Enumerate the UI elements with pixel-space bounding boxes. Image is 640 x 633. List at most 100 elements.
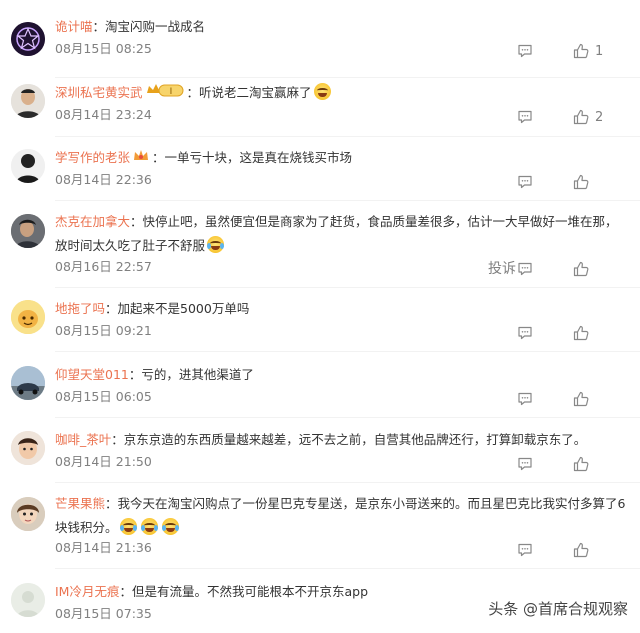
reply-button[interactable] <box>516 541 534 559</box>
comment-time: 08月14日 21:50 <box>55 454 152 469</box>
thumbs-up-icon <box>573 109 589 125</box>
avatar[interactable] <box>11 214 45 248</box>
like-count: 2 <box>595 109 604 125</box>
divider <box>55 351 640 352</box>
crying-laughing-emoji-icon <box>207 236 225 253</box>
username-link[interactable]: 深圳私宅黄实武 <box>55 85 143 100</box>
divider <box>55 568 640 569</box>
comment-icon <box>518 262 532 276</box>
crying-laughing-emoji-icon <box>140 518 158 535</box>
like-count: 1 <box>595 43 604 59</box>
avatar[interactable] <box>11 431 45 465</box>
like-button[interactable] <box>572 324 614 342</box>
divider <box>55 482 640 483</box>
thumbs-up-icon <box>573 261 589 277</box>
comment-time: 08月14日 23:24 <box>55 107 152 122</box>
reply-button[interactable] <box>516 260 534 278</box>
avatar[interactable] <box>11 22 45 56</box>
comment-time: 08月15日 06:05 <box>55 389 152 404</box>
comment-actions <box>516 173 614 191</box>
like-button[interactable] <box>572 260 614 278</box>
comment-text: 但是有流量。不然我可能根本不开京东app <box>132 584 369 599</box>
comment-text: 一单亏十块，这是真在烧钱买市场 <box>164 150 353 165</box>
avatar[interactable] <box>11 583 45 617</box>
avatar[interactable] <box>11 149 45 183</box>
comment-text: 听说老二淘宝赢麻了 <box>199 85 312 100</box>
reply-button[interactable] <box>516 173 534 191</box>
badge-level: I <box>169 87 172 97</box>
avatar[interactable] <box>11 300 45 334</box>
comment-line: 学写作的老张 ：一单亏十块，这是真在烧钱买市场 <box>55 145 628 171</box>
thumbs-up-icon <box>573 325 589 341</box>
username-link[interactable]: 诡计喵 <box>55 19 93 34</box>
crown-badge <box>132 146 150 171</box>
watermark-text: 头条 @首席合规观察 <box>488 600 628 618</box>
comment-time: 08月15日 08:25 <box>55 41 152 56</box>
comment-icon <box>518 44 532 58</box>
comment-actions <box>516 390 614 408</box>
comment-actions <box>516 541 614 559</box>
username-link[interactable]: 咖啡_茶叶 <box>55 432 111 447</box>
comment-line: 芒果果熊：我今天在淘宝闪购点了一份星巴克专星送，是京东小哥送来的。而且星巴克比我… <box>55 496 626 535</box>
username-link[interactable]: 仰望天堂011 <box>55 367 129 382</box>
comment-time: 08月14日 21:36 <box>55 540 152 555</box>
laughing-emoji-icon <box>313 83 331 100</box>
comment-icon <box>518 457 532 471</box>
comment-line: 诡计喵：淘宝闪购一战成名 <box>55 19 206 34</box>
comment-icon <box>518 175 532 189</box>
divider <box>55 77 640 78</box>
report-button[interactable]: 投诉 <box>488 258 516 278</box>
like-button[interactable]: 2 <box>572 108 614 126</box>
thumbs-up-icon <box>573 43 589 59</box>
avatar[interactable] <box>11 497 45 531</box>
like-button[interactable] <box>572 173 614 191</box>
comment-text: 京东京造的东西质量越来越差，远不去之前，自营其他品牌还行，打算卸载京东了。 <box>123 432 587 447</box>
crying-laughing-emoji-icon <box>119 518 137 535</box>
comment-actions: 2 <box>516 108 614 126</box>
avatar[interactable] <box>11 366 45 400</box>
comment-text: 亏的，进其他渠道了 <box>141 367 254 382</box>
username-link[interactable]: IM冷月无痕 <box>55 584 119 599</box>
comment-line: 深圳私宅黄实武 I ：听说老二淘宝赢麻了 <box>55 80 628 106</box>
comment-icon <box>518 110 532 124</box>
username-link[interactable]: 杰克在加拿大 <box>55 214 130 229</box>
comment-line: 仰望天堂011：亏的，进其他渠道了 <box>55 367 254 382</box>
username-link[interactable]: 学写作的老张 <box>55 150 130 165</box>
comment-time: 08月15日 07:35 <box>55 606 152 621</box>
reply-button[interactable] <box>516 324 534 342</box>
reply-button[interactable] <box>516 42 534 60</box>
thumbs-up-icon <box>573 174 589 190</box>
comment-time: 08月15日 09:21 <box>55 323 152 338</box>
comment-line: 地拖了吗：加起来不是5000万单吗 <box>55 301 250 316</box>
like-button[interactable] <box>572 390 614 408</box>
reply-button[interactable] <box>516 108 534 126</box>
username-link[interactable]: 芒果果熊 <box>55 496 105 511</box>
divider <box>55 200 640 201</box>
like-button[interactable] <box>572 455 614 473</box>
comment-text: 快停止吧，虽然便宜但是商家为了赶货，食品质量差很多，估计一大早做好一堆在那，放时… <box>55 214 618 253</box>
comment-icon <box>518 326 532 340</box>
divider <box>55 287 640 288</box>
thumbs-up-icon <box>573 456 589 472</box>
reply-button[interactable] <box>516 390 534 408</box>
comment-actions <box>516 455 614 473</box>
fan-badge: I <box>145 81 185 106</box>
comment-actions: 1 <box>516 42 614 60</box>
like-button[interactable] <box>572 541 614 559</box>
comment-actions <box>516 324 614 342</box>
thumbs-up-icon <box>573 542 589 558</box>
like-button[interactable]: 1 <box>572 42 614 60</box>
thumbs-up-icon <box>573 391 589 407</box>
comment-text: 加起来不是5000万单吗 <box>117 301 250 316</box>
reply-button[interactable] <box>516 455 534 473</box>
crying-laughing-emoji-icon <box>161 518 179 535</box>
avatar[interactable] <box>11 84 45 118</box>
username-link[interactable]: 地拖了吗 <box>55 301 105 316</box>
comment-line: 咖啡_茶叶：京东京造的东西质量越来越差，远不去之前，自营其他品牌还行，打算卸载京… <box>55 432 587 447</box>
comment-icon <box>518 543 532 557</box>
divider <box>55 417 640 418</box>
comment-text: 淘宝闪购一战成名 <box>105 19 206 34</box>
watermark: 头条 @首席合规观察 <box>488 598 628 619</box>
comment-actions <box>516 260 614 278</box>
comment-icon <box>518 392 532 406</box>
